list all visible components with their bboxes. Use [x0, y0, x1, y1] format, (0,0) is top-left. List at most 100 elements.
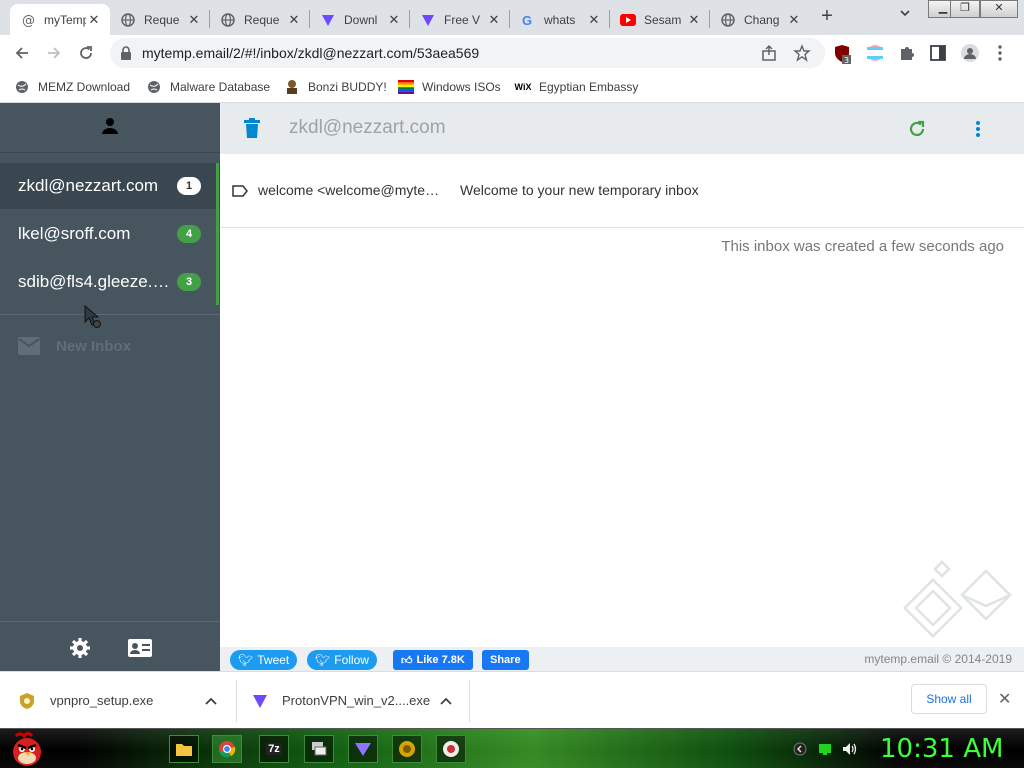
back-button[interactable]: [10, 41, 34, 65]
close-tab-icon[interactable]: ✕: [386, 12, 402, 28]
inbox-header: zkdl@nezzart.com: [220, 103, 1024, 154]
bookmark-memz[interactable]: MEMZ Download: [14, 77, 130, 97]
more-options-icon[interactable]: [975, 120, 981, 141]
bookmark-label: MEMZ Download: [38, 80, 131, 94]
sidebar-header: [0, 103, 220, 153]
chevron-up-icon[interactable]: [205, 694, 217, 709]
message-row[interactable]: welcome <welcome@mytemp.email> Welcome t…: [220, 154, 1024, 228]
bookmark-egyptian-embassy[interactable]: WiX Egyptian Embassy: [515, 77, 639, 97]
message-subject: Welcome to your new temporary inbox: [460, 182, 699, 198]
extension-badge: 3: [844, 56, 849, 64]
taskbar-clock[interactable]: 10:31 AM: [880, 734, 1003, 764]
flag-extension-icon[interactable]: [866, 44, 884, 62]
delete-trash-icon[interactable]: [244, 118, 260, 141]
message-sender: welcome <welcome@mytemp.email>: [258, 182, 448, 198]
chrome-menu-icon[interactable]: [996, 44, 1014, 62]
taskbar-7zip-icon[interactable]: 7z: [259, 735, 289, 763]
chevron-up-icon[interactable]: [440, 694, 452, 709]
tab-search-chevron-icon[interactable]: [893, 6, 917, 30]
url-text[interactable]: mytemp.email/2/#!/inbox/zkdl@nezzart.com…: [142, 45, 479, 61]
bonzi-icon: [284, 79, 300, 95]
tray-chevron-icon[interactable]: [793, 742, 807, 756]
inbox-item-sdib[interactable]: sdib@fls4.gleeze.com 3: [0, 259, 220, 305]
close-tab-icon[interactable]: ✕: [486, 12, 502, 28]
download-item-protonvpn[interactable]: ProtonVPN_win_v2....exe: [252, 672, 462, 729]
bookmark-malware-database[interactable]: Malware Database: [146, 77, 270, 97]
inbox-item-lkel[interactable]: lkel@sroff.com 4: [0, 211, 220, 257]
close-tab-icon[interactable]: ✕: [86, 12, 102, 28]
lock-icon[interactable]: [120, 46, 132, 63]
facebook-like-button[interactable]: 👍︎ Like 7.8K: [393, 650, 473, 670]
tweet-label: Tweet: [257, 653, 290, 667]
tab-mytemp[interactable]: @ myTemp ✕: [10, 4, 110, 35]
tab-request-2[interactable]: Reque ✕: [210, 4, 310, 35]
tab-youtube[interactable]: Sesam ✕: [610, 4, 710, 35]
follow-button[interactable]: 🐦︎ Follow: [307, 650, 377, 670]
bookmark-label: Bonzi BUDDY!: [308, 80, 387, 94]
facebook-share-button[interactable]: Share: [482, 650, 529, 670]
ublock-extension-icon[interactable]: 3: [834, 44, 852, 65]
mouse-cursor-icon: [84, 304, 106, 332]
tweet-button[interactable]: 🐦︎ Tweet: [230, 650, 298, 670]
youtube-icon: [620, 12, 636, 28]
bookmark-star-icon[interactable]: [793, 44, 811, 62]
protonvpn-icon: [420, 12, 436, 28]
tab-request-1[interactable]: Reque ✕: [110, 4, 210, 35]
new-inbox-button[interactable]: New Inbox: [18, 333, 131, 359]
close-tab-icon[interactable]: ✕: [586, 12, 602, 28]
restore-button[interactable]: ❐: [950, 0, 980, 18]
follow-label: Follow: [334, 653, 369, 667]
globe-icon: [220, 12, 236, 28]
new-inbox-label: New Inbox: [56, 337, 132, 355]
inbox-title: zkdl@nezzart.com: [289, 117, 446, 138]
svg-text:G: G: [522, 13, 532, 27]
tab-title: Reque: [144, 12, 180, 27]
tab-download[interactable]: Downl ✕: [310, 4, 410, 35]
tab-change[interactable]: Chang ✕: [710, 4, 810, 35]
taskbar-app-icon[interactable]: [436, 735, 466, 763]
side-panel-icon[interactable]: [929, 44, 947, 62]
close-window-button[interactable]: ✕: [980, 0, 1018, 18]
inbox-item-zkdl[interactable]: zkdl@nezzart.com 1: [0, 163, 220, 209]
close-tab-icon[interactable]: ✕: [686, 12, 702, 28]
address-bar[interactable]: mytemp.email/2/#!/inbox/zkdl@nezzart.com…: [110, 38, 825, 68]
taskbar-chrome-icon[interactable]: [212, 735, 242, 763]
new-tab-button[interactable]: +: [815, 5, 839, 29]
settings-gear-icon[interactable]: [69, 637, 91, 662]
tab-title: whats: [544, 12, 576, 27]
close-tab-icon[interactable]: ✕: [186, 12, 202, 28]
taskbar-protonvpn-icon[interactable]: [348, 735, 378, 763]
bookmark-bonzi-buddy[interactable]: Bonzi BUDDY!: [284, 77, 387, 97]
close-tab-icon[interactable]: ✕: [286, 12, 302, 28]
angry-bird-start-icon[interactable]: [8, 730, 46, 768]
tray-network-icon[interactable]: [818, 742, 832, 756]
reload-button[interactable]: [74, 41, 98, 65]
download-item-vpnpro[interactable]: vpnpro_setup.exe: [18, 672, 228, 729]
tab-google-search[interactable]: G whats ✕: [510, 4, 610, 35]
tab-title: Chang: [744, 12, 780, 27]
inbox-sidebar: zkdl@nezzart.com 1 lkel@sroff.com 4 sdib…: [0, 103, 220, 671]
taskbar-vpnpro-icon[interactable]: [392, 735, 422, 763]
refresh-icon[interactable]: [908, 120, 926, 141]
show-all-downloads-button[interactable]: Show all: [911, 684, 987, 714]
close-download-shelf-icon[interactable]: ✕: [998, 689, 1011, 709]
account-icon[interactable]: [101, 117, 119, 138]
protonvpn-icon: [252, 693, 268, 709]
bookmark-label: Windows ISOs: [422, 80, 501, 94]
tab-title: Downl: [344, 12, 378, 27]
download-filename: vpnpro_setup.exe: [50, 693, 154, 708]
forward-button[interactable]: [42, 41, 66, 65]
sidebar-divider: [0, 314, 220, 315]
vpnpro-file-icon: [18, 692, 36, 710]
close-tab-icon[interactable]: ✕: [786, 12, 802, 28]
share-icon[interactable]: [760, 44, 778, 62]
tab-free-vpn[interactable]: Free V ✕: [410, 4, 510, 35]
tray-volume-icon[interactable]: [842, 742, 857, 756]
bookmark-windows-isos[interactable]: Windows ISOs: [398, 77, 501, 97]
tab-strip: @ myTemp ✕ Reque ✕ Reque ✕ Downl ✕ Free …: [0, 0, 1024, 35]
profile-avatar-icon[interactable]: [961, 44, 979, 62]
taskbar-network-icon[interactable]: [304, 735, 334, 763]
taskbar-file-explorer-icon[interactable]: [169, 735, 199, 763]
contact-card-icon[interactable]: [128, 639, 152, 660]
puzzle-extensions-icon[interactable]: [898, 44, 916, 62]
